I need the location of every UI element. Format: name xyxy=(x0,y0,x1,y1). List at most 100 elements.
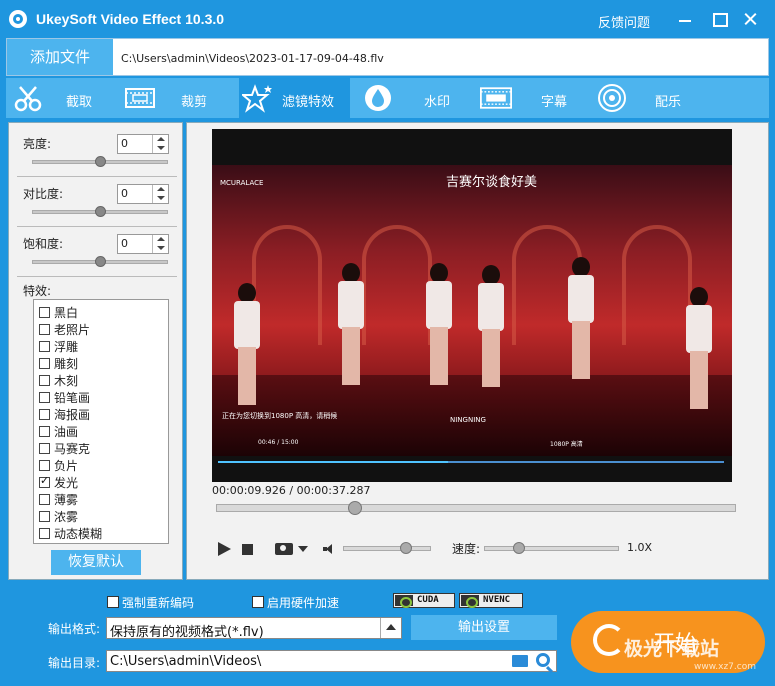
effect-label: 浓雾 xyxy=(54,510,79,524)
dir-label: 输出目录: xyxy=(48,656,101,670)
effect-checkbox[interactable] xyxy=(39,474,50,488)
tab-subtitle[interactable]: 字幕 xyxy=(472,78,588,118)
saturation-slider[interactable] xyxy=(32,256,168,267)
effect-checkbox[interactable] xyxy=(39,375,50,386)
output-dir-field[interactable]: C:\Users\admin\Videos\ xyxy=(106,650,557,672)
speed-label: 速度: xyxy=(452,542,481,556)
maximize-button[interactable] xyxy=(707,8,731,30)
stage-arch xyxy=(622,225,692,345)
slider-knob[interactable] xyxy=(95,206,106,217)
folder-icon[interactable] xyxy=(512,655,528,667)
add-file-button[interactable]: 添加文件 xyxy=(7,39,113,75)
star-icon xyxy=(242,84,272,113)
format-label: 输出格式: xyxy=(48,622,101,636)
nvidia-logo-icon xyxy=(395,595,413,608)
video-preview[interactable]: 吉赛尔谈食好美 MCURALACE 正在为您切换到1080P 高清，请稍候 NI… xyxy=(212,129,732,482)
nvenc-label: NVENC xyxy=(483,595,511,605)
dropdown-arrow-icon[interactable] xyxy=(380,618,401,638)
contrast-stepper[interactable]: 0 xyxy=(117,184,169,204)
checkbox-box[interactable] xyxy=(252,596,264,608)
brightness-arrows-icon[interactable] xyxy=(152,135,168,153)
volume-knob[interactable] xyxy=(400,542,412,554)
title-bar: UkeySoft Video Effect 10.3.0 反馈问题 xyxy=(0,0,775,38)
crop-icon xyxy=(125,88,155,108)
brightness-slider[interactable] xyxy=(32,156,168,167)
stage-arch xyxy=(252,225,322,345)
effect-checkbox[interactable] xyxy=(39,307,50,318)
drop-icon xyxy=(365,85,391,111)
saturation-arrows-icon[interactable] xyxy=(152,235,168,253)
speed-knob[interactable] xyxy=(513,542,525,554)
timecode: 00:00:09.926 / 00:00:37.287 xyxy=(212,484,371,497)
divider xyxy=(17,226,177,227)
volume-icon[interactable] xyxy=(323,544,335,554)
video-time: 00:46 / 15:00 xyxy=(258,439,299,446)
effect-label: 薄雾 xyxy=(54,493,79,507)
saturation-value: 0 xyxy=(121,237,128,250)
contrast-arrows-icon[interactable] xyxy=(152,185,168,203)
slider-knob[interactable] xyxy=(95,156,106,167)
effect-checkbox[interactable] xyxy=(39,426,50,437)
effect-checkbox[interactable] xyxy=(39,511,50,522)
stop-icon[interactable] xyxy=(242,544,253,555)
effect-checkbox[interactable] xyxy=(39,528,50,539)
effect-checkbox[interactable] xyxy=(39,324,50,335)
effect-label: 雕刻 xyxy=(54,357,79,371)
contrast-label: 对比度: xyxy=(23,187,64,201)
contrast-value: 0 xyxy=(121,187,128,200)
format-value: 保持原有的视频格式(*.flv) xyxy=(110,625,264,640)
tab-watermark[interactable]: 水印 xyxy=(350,78,472,118)
tab-crop[interactable]: 裁剪 xyxy=(122,78,239,118)
stage-arch xyxy=(362,225,432,345)
feedback-link[interactable]: 反馈问题 xyxy=(598,12,650,31)
camera-icon[interactable] xyxy=(275,543,293,555)
adjust-panel: 亮度: 0 对比度: 0 饱和度: 0 特效: 黑白 老照片 浮雕 雕刻 木刻 铅笔画 海报… xyxy=(8,122,183,580)
format-select[interactable]: 保持原有的视频格式(*.flv) xyxy=(106,617,402,640)
minimize-button[interactable] xyxy=(673,8,697,30)
effect-checkbox[interactable] xyxy=(39,341,50,352)
contrast-slider[interactable] xyxy=(32,206,168,217)
effect-label: 马赛克 xyxy=(54,442,91,456)
video-frame: 吉赛尔谈食好美 MCURALACE 正在为您切换到1080P 高清，请稍候 NI… xyxy=(212,165,732,463)
seek-knob[interactable] xyxy=(348,501,362,515)
restore-default-button[interactable]: 恢复默认 xyxy=(51,550,141,575)
effect-checkbox[interactable] xyxy=(39,460,50,471)
tab-trim[interactable]: 截取 xyxy=(6,78,122,118)
seek-bar[interactable] xyxy=(216,501,736,515)
chevron-down-icon[interactable] xyxy=(298,546,308,552)
effect-label: 黑白 xyxy=(54,306,79,320)
brightness-stepper[interactable]: 0 xyxy=(117,134,169,154)
close-button[interactable] xyxy=(739,8,763,30)
brightness-label: 亮度: xyxy=(23,137,52,151)
tab-trim-label: 截取 xyxy=(66,95,93,110)
effect-checkbox[interactable] xyxy=(39,358,50,369)
window-title: UkeySoft Video Effect 10.3.0 xyxy=(36,11,225,27)
tab-filter[interactable]: 滤镜特效 xyxy=(239,78,350,118)
effect-label: 铅笔画 xyxy=(54,391,91,405)
effect-checkbox[interactable] xyxy=(39,392,50,403)
feature-toolbar: 截取 裁剪 滤镜特效 水印 字幕 配乐 xyxy=(6,78,769,118)
output-settings-button[interactable]: 输出设置 xyxy=(411,615,557,640)
video-artist: NINGNING xyxy=(450,416,486,424)
effect-label: 木刻 xyxy=(54,374,79,388)
speed-slider[interactable] xyxy=(484,542,619,554)
tab-music[interactable]: 配乐 xyxy=(588,78,702,118)
search-icon[interactable] xyxy=(536,653,550,667)
effects-label: 特效: xyxy=(23,284,52,298)
cuda-badge: CUDA xyxy=(393,593,455,608)
video-caption: 吉赛尔谈食好美 xyxy=(446,175,538,190)
tab-watermark-label: 水印 xyxy=(424,95,451,110)
video-info: 正在为您切换到1080P 高清，请稍候 xyxy=(222,412,338,420)
slider-knob[interactable] xyxy=(95,256,106,267)
effect-checkbox[interactable] xyxy=(39,494,50,505)
effect-label: 发光 xyxy=(54,476,79,490)
file-row: 添加文件 C:\Users\admin\Videos\2023-01-17-09… xyxy=(6,38,769,76)
saturation-stepper[interactable]: 0 xyxy=(117,234,169,254)
volume-slider[interactable] xyxy=(343,542,431,554)
play-icon[interactable] xyxy=(218,542,231,556)
effect-label: 油画 xyxy=(54,425,79,439)
effect-checkbox[interactable] xyxy=(39,409,50,420)
checkbox-box[interactable] xyxy=(107,596,119,608)
effect-checkbox[interactable] xyxy=(39,443,50,454)
effect-label: 浮雕 xyxy=(54,340,79,354)
